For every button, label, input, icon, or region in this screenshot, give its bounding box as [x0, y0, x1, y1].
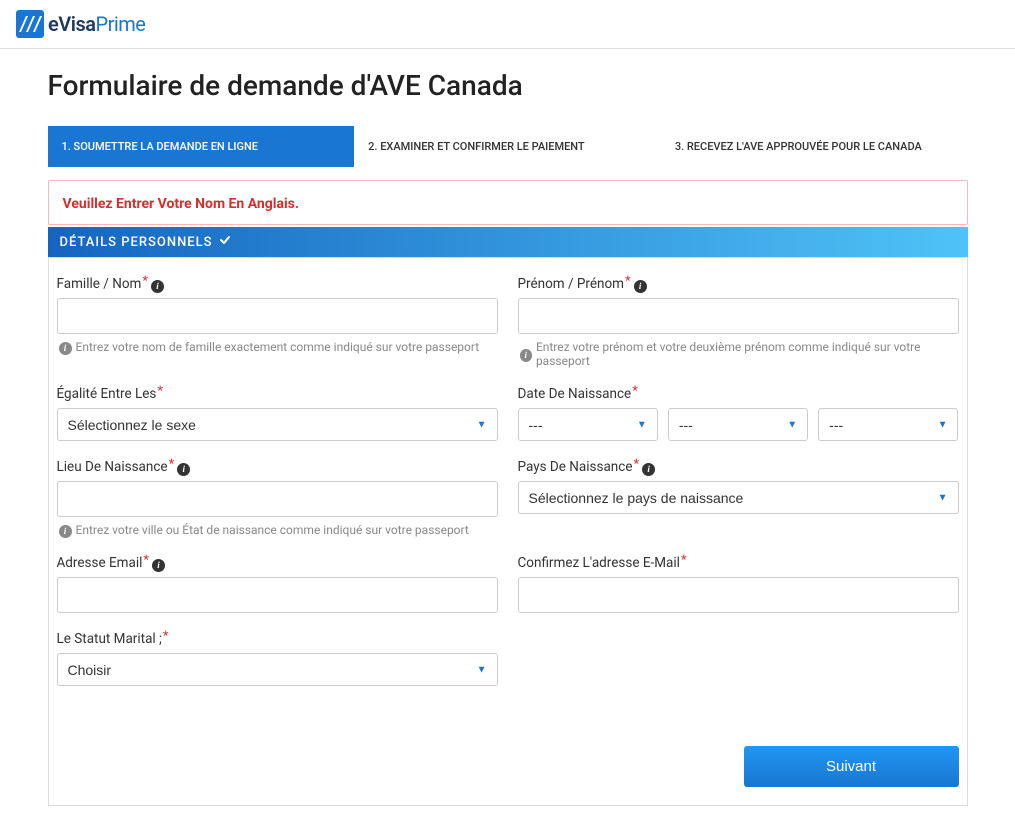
required-mark: *: [632, 384, 638, 399]
brand-part1: eVisa: [48, 12, 95, 36]
dob-month-select[interactable]: ---: [668, 408, 808, 441]
birthplace-help-text: Entrez votre ville ou État de naissance …: [76, 523, 469, 537]
email-input[interactable]: [57, 577, 498, 613]
family-name-help: i Entrez votre nom de famille exactement…: [57, 340, 498, 354]
step-2[interactable]: 2. EXAMINER ET CONFIRMER LE PAIEMENT: [354, 126, 661, 167]
dob-label-text: Date De Naissance: [518, 386, 632, 402]
page-title: Formulaire de demande d'AVE Canada: [48, 69, 968, 102]
required-mark: *: [681, 553, 687, 568]
marital-status-label-text: Le Statut Marital ;: [57, 631, 162, 647]
info-icon: i: [59, 525, 72, 538]
marital-status-select[interactable]: Choisir: [57, 653, 498, 686]
gender-label: Égalité Entre Les *: [57, 386, 498, 402]
required-mark: *: [169, 457, 175, 472]
dob-year-select[interactable]: ---: [818, 408, 958, 441]
header: eVisaPrime: [0, 0, 1015, 49]
logo-icon: [16, 10, 44, 38]
info-icon: i: [520, 349, 532, 362]
first-name-label: Prénom / Prénom * i: [518, 276, 959, 292]
alert-text: Veuillez Entrer Votre Nom En Anglais.: [63, 196, 299, 212]
steps-nav: 1. SOUMETTRE LA DEMANDE EN LIGNE 2. EXAM…: [48, 126, 968, 167]
gender-label-text: Égalité Entre Les: [57, 386, 157, 402]
check-icon: [219, 234, 231, 250]
family-name-label-text: Famille / Nom: [57, 276, 142, 292]
email-confirm-label-text: Confirmez L'adresse E-Mail: [518, 555, 680, 571]
birthplace-input[interactable]: [57, 481, 498, 517]
required-mark: *: [163, 629, 169, 644]
logo-text: eVisaPrime: [48, 12, 145, 36]
gender-select[interactable]: Sélectionnez le sexe: [57, 408, 498, 441]
birth-country-label: Pays De Naissance * i: [518, 459, 959, 475]
birth-country-select[interactable]: Sélectionnez le pays de naissance: [518, 481, 959, 514]
dob-label: Date De Naissance *: [518, 386, 959, 402]
logo[interactable]: eVisaPrime: [16, 10, 993, 38]
alert-box: Veuillez Entrer Votre Nom En Anglais.: [48, 180, 968, 225]
first-name-help-text: Entrez votre prénom et votre deuxième pr…: [536, 340, 959, 368]
step-3[interactable]: 3. RECEVEZ L'AVE APPROUVÉE POUR LE CANAD…: [661, 126, 968, 167]
dob-day-select[interactable]: ---: [518, 408, 658, 441]
family-name-input[interactable]: [57, 298, 498, 334]
required-mark: *: [633, 457, 639, 472]
info-icon[interactable]: i: [152, 559, 165, 572]
required-mark: *: [143, 553, 149, 568]
family-name-label: Famille / Nom * i: [57, 276, 498, 292]
section-header: DÉTAILS PERSONNELS: [48, 227, 968, 257]
family-name-help-text: Entrez votre nom de famille exactement c…: [76, 340, 480, 354]
first-name-help: i Entrez votre prénom et votre deuxième …: [518, 340, 959, 368]
brand-part2: Prime: [95, 12, 145, 36]
email-label-text: Adresse Email: [57, 555, 143, 571]
next-button[interactable]: Suivant: [744, 746, 959, 787]
section-body: Famille / Nom * i i Entrez votre nom de …: [48, 257, 968, 806]
email-confirm-label: Confirmez L'adresse E-Mail *: [518, 555, 959, 571]
birthplace-label: Lieu De Naissance * i: [57, 459, 498, 475]
required-mark: *: [157, 384, 163, 399]
required-mark: *: [142, 274, 148, 289]
birthplace-label-text: Lieu De Naissance: [57, 459, 168, 475]
step-1[interactable]: 1. SOUMETTRE LA DEMANDE EN LIGNE: [48, 126, 355, 167]
info-icon: i: [59, 342, 72, 355]
info-icon[interactable]: i: [642, 463, 655, 476]
required-mark: *: [625, 274, 631, 289]
birth-country-label-text: Pays De Naissance: [518, 459, 633, 475]
info-icon[interactable]: i: [151, 280, 164, 293]
email-label: Adresse Email * i: [57, 555, 498, 571]
info-icon[interactable]: i: [177, 463, 190, 476]
section-title: DÉTAILS PERSONNELS: [60, 235, 213, 250]
first-name-label-text: Prénom / Prénom: [518, 276, 625, 292]
first-name-input[interactable]: [518, 298, 959, 334]
marital-status-label: Le Statut Marital ; *: [57, 631, 498, 647]
email-confirm-input[interactable]: [518, 577, 959, 613]
info-icon[interactable]: i: [634, 280, 647, 293]
birthplace-help: i Entrez votre ville ou État de naissanc…: [57, 523, 498, 537]
